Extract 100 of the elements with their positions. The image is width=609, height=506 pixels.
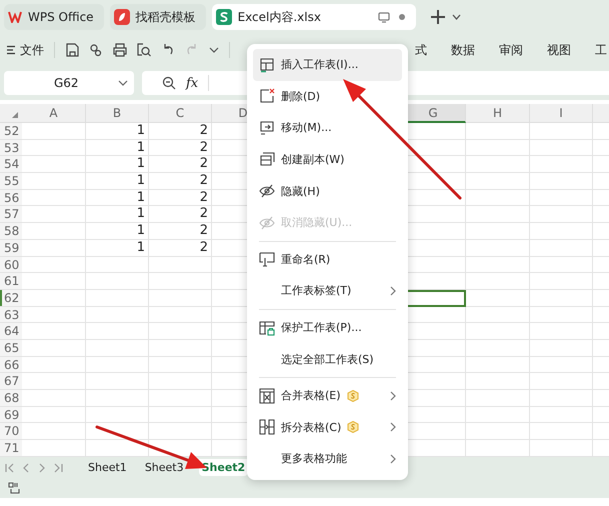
table-cell[interactable]	[466, 373, 530, 390]
table-cell[interactable]: 1	[86, 140, 149, 156]
table-cell[interactable]	[530, 373, 593, 390]
table-cell[interactable]	[530, 406, 593, 424]
row-header[interactable]: 69	[0, 406, 22, 424]
table-cell[interactable]: 1	[86, 223, 149, 240]
row-header[interactable]: 56	[0, 190, 22, 206]
table-cell[interactable]: 2	[149, 223, 212, 240]
sheet-tab[interactable]: Sheet1	[85, 459, 130, 476]
first-sheet-icon[interactable]	[5, 462, 15, 472]
table-cell[interactable]	[466, 273, 530, 290]
table-cell[interactable]	[466, 123, 530, 140]
caret-icon[interactable]	[209, 47, 219, 53]
table-cell[interactable]	[22, 123, 86, 140]
table-cell[interactable]	[22, 173, 86, 190]
table-cell[interactable]	[466, 156, 530, 174]
zoom-icon[interactable]	[162, 76, 176, 90]
menu-item[interactable]: 更多表格功能	[253, 443, 402, 475]
table-cell[interactable]	[86, 390, 149, 407]
table-cell[interactable]	[22, 323, 86, 340]
row-header[interactable]: 71	[0, 440, 22, 457]
row-header[interactable]: 62	[0, 290, 22, 307]
row-header[interactable]: 70	[0, 423, 22, 440]
menu-item[interactable]: 保护工作表(P)...	[253, 312, 402, 344]
table-cell[interactable]	[22, 206, 86, 224]
ribbon-tab[interactable]: 数据	[451, 42, 475, 58]
table-cell[interactable]	[149, 406, 212, 424]
caret-icon[interactable]	[452, 14, 461, 20]
table-cell[interactable]	[149, 323, 212, 340]
table-cell[interactable]	[530, 256, 593, 274]
table-cell[interactable]	[149, 390, 212, 407]
table-cell[interactable]	[466, 206, 530, 224]
row-header[interactable]: 64	[0, 323, 22, 340]
ribbon-tab[interactable]: 视图	[547, 42, 571, 58]
table-cell[interactable]	[22, 140, 86, 156]
app-tab[interactable]: Excel内容.xlsx	[212, 4, 416, 30]
table-cell[interactable]	[530, 423, 593, 440]
table-cell[interactable]	[22, 406, 86, 424]
table-cell[interactable]: 1	[86, 123, 149, 140]
table-cell[interactable]	[530, 290, 593, 307]
table-cell[interactable]: 1	[86, 206, 149, 224]
table-cell[interactable]	[86, 356, 149, 374]
table-cell[interactable]	[466, 390, 530, 407]
table-cell[interactable]	[86, 256, 149, 274]
table-cell[interactable]	[466, 323, 530, 340]
table-cell[interactable]	[86, 340, 149, 357]
table-cell[interactable]	[530, 390, 593, 407]
table-cell[interactable]	[530, 306, 593, 324]
table-cell[interactable]	[530, 223, 593, 240]
table-cell[interactable]	[22, 290, 86, 307]
menu-item[interactable]: 隐藏(H)	[253, 175, 402, 207]
ribbon-tab[interactable]: 工	[595, 42, 607, 58]
macro-icon[interactable]	[8, 482, 20, 494]
row-header[interactable]: 55	[0, 173, 22, 190]
sheet-tab[interactable]: Sheet3	[142, 459, 187, 476]
link-icon[interactable]	[89, 43, 103, 57]
table-cell[interactable]	[466, 340, 530, 357]
table-cell[interactable]	[530, 206, 593, 224]
table-cell[interactable]	[86, 290, 149, 307]
sheet-tab[interactable]: Sheet2	[198, 459, 248, 476]
table-cell[interactable]	[466, 240, 530, 256]
table-cell[interactable]	[22, 356, 86, 374]
table-cell[interactable]	[149, 273, 212, 290]
table-cell[interactable]	[530, 140, 593, 156]
table-cell[interactable]	[22, 423, 86, 440]
last-sheet-icon[interactable]	[53, 462, 63, 472]
row-header[interactable]: 58	[0, 223, 22, 240]
table-cell[interactable]	[466, 306, 530, 324]
table-cell[interactable]	[466, 223, 530, 240]
table-cell[interactable]	[149, 340, 212, 357]
table-cell[interactable]	[86, 406, 149, 424]
row-header[interactable]: 57	[0, 206, 22, 224]
menu-item[interactable]: 选定全部工作表(S)	[253, 343, 402, 375]
table-cell[interactable]	[22, 273, 86, 290]
table-cell[interactable]	[466, 256, 530, 274]
table-cell[interactable]	[149, 423, 212, 440]
ribbon-tab[interactable]: 式	[415, 42, 427, 58]
save-icon[interactable]	[65, 43, 79, 57]
table-cell[interactable]	[22, 256, 86, 274]
table-cell[interactable]	[22, 240, 86, 256]
column-header[interactable]: A	[22, 104, 86, 123]
table-cell[interactable]	[530, 156, 593, 174]
table-cell[interactable]	[149, 356, 212, 374]
table-cell[interactable]	[149, 373, 212, 390]
table-cell[interactable]	[86, 373, 149, 390]
menu-item[interactable]: 拆分表格(C)	[253, 412, 402, 444]
row-header[interactable]: 60	[0, 256, 22, 274]
table-cell[interactable]	[22, 223, 86, 240]
table-cell[interactable]	[466, 356, 530, 374]
app-tab[interactable]: WPS Office	[4, 4, 104, 30]
table-cell[interactable]	[466, 406, 530, 424]
table-cell[interactable]	[22, 306, 86, 324]
row-header[interactable]: 65	[0, 340, 22, 357]
table-cell[interactable]: 2	[149, 206, 212, 224]
name-box[interactable]: G62	[4, 71, 134, 95]
table-cell[interactable]	[466, 140, 530, 156]
table-cell[interactable]	[530, 190, 593, 206]
table-cell[interactable]	[22, 190, 86, 206]
table-cell[interactable]	[22, 340, 86, 357]
monitor-icon[interactable]	[378, 12, 390, 22]
